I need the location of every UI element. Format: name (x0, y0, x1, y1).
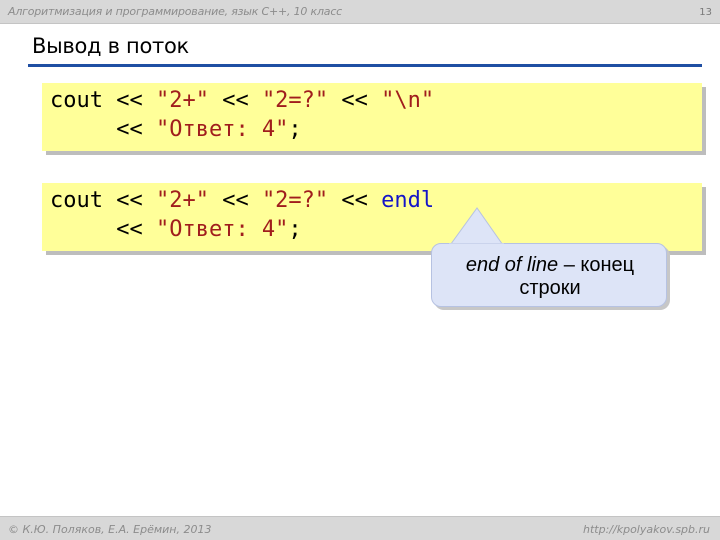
footer-bar: © К.Ю. Поляков, Е.А. Ерёмин, 2013 http:/… (0, 516, 720, 540)
callout-endl-note: end of line – конец строки (431, 243, 667, 307)
callout-term: end of line (465, 254, 559, 276)
callout-line: end of line – конец (432, 254, 668, 277)
string-literal: "Ответ: 4" (155, 217, 289, 242)
code-operator: << (208, 88, 262, 113)
callout-definition: – конец (558, 254, 635, 276)
string-literal: "2=?" (261, 188, 329, 213)
header-bar: Алгоритмизация и программирование, язык … (0, 0, 720, 24)
code-line: cout << "2+" << "2=?" << "\n" (50, 88, 434, 114)
string-literal: "2+" (155, 188, 209, 213)
code-operator: << (328, 188, 382, 213)
keyword-endl: endl (381, 188, 435, 213)
slide-title: Вывод в поток (32, 34, 189, 58)
code-token: cout (50, 88, 103, 113)
code-token: ; (288, 117, 302, 142)
page-number: 13 (699, 7, 712, 18)
code-block-newline: cout << "2+" << "2=?" << "\n" << "Ответ:… (42, 83, 702, 151)
course-title: Алгоритмизация и программирование, язык … (8, 5, 343, 18)
callout-text: end of line – конец строки (432, 254, 668, 300)
code-block-endl: cout << "2+" << "2=?" << endl << "Ответ:… (42, 183, 702, 251)
string-literal: "2+" (155, 88, 209, 113)
callout-line-2: строки (519, 277, 581, 299)
code-operator: << (208, 188, 262, 213)
code-operator: << (50, 217, 156, 242)
string-literal: "Ответ: 4" (155, 117, 289, 142)
string-literal: "2=?" (261, 88, 329, 113)
code-operator: << (102, 188, 156, 213)
code-operator: << (328, 88, 382, 113)
string-literal: "\n" (381, 88, 435, 113)
code-token: ; (288, 217, 302, 242)
title-underline (28, 64, 702, 67)
code-operator: << (102, 88, 156, 113)
code-token: cout (50, 188, 103, 213)
site-link[interactable]: http://kpolyakov.spb.ru (583, 523, 710, 536)
code-line: << "Ответ: 4"; (50, 217, 302, 243)
code-line: cout << "2+" << "2=?" << endl (50, 188, 434, 214)
code-operator: << (50, 117, 156, 142)
copyright-text: © К.Ю. Поляков, Е.А. Ерёмин, 2013 (8, 523, 212, 536)
code-line: << "Ответ: 4"; (50, 117, 302, 143)
